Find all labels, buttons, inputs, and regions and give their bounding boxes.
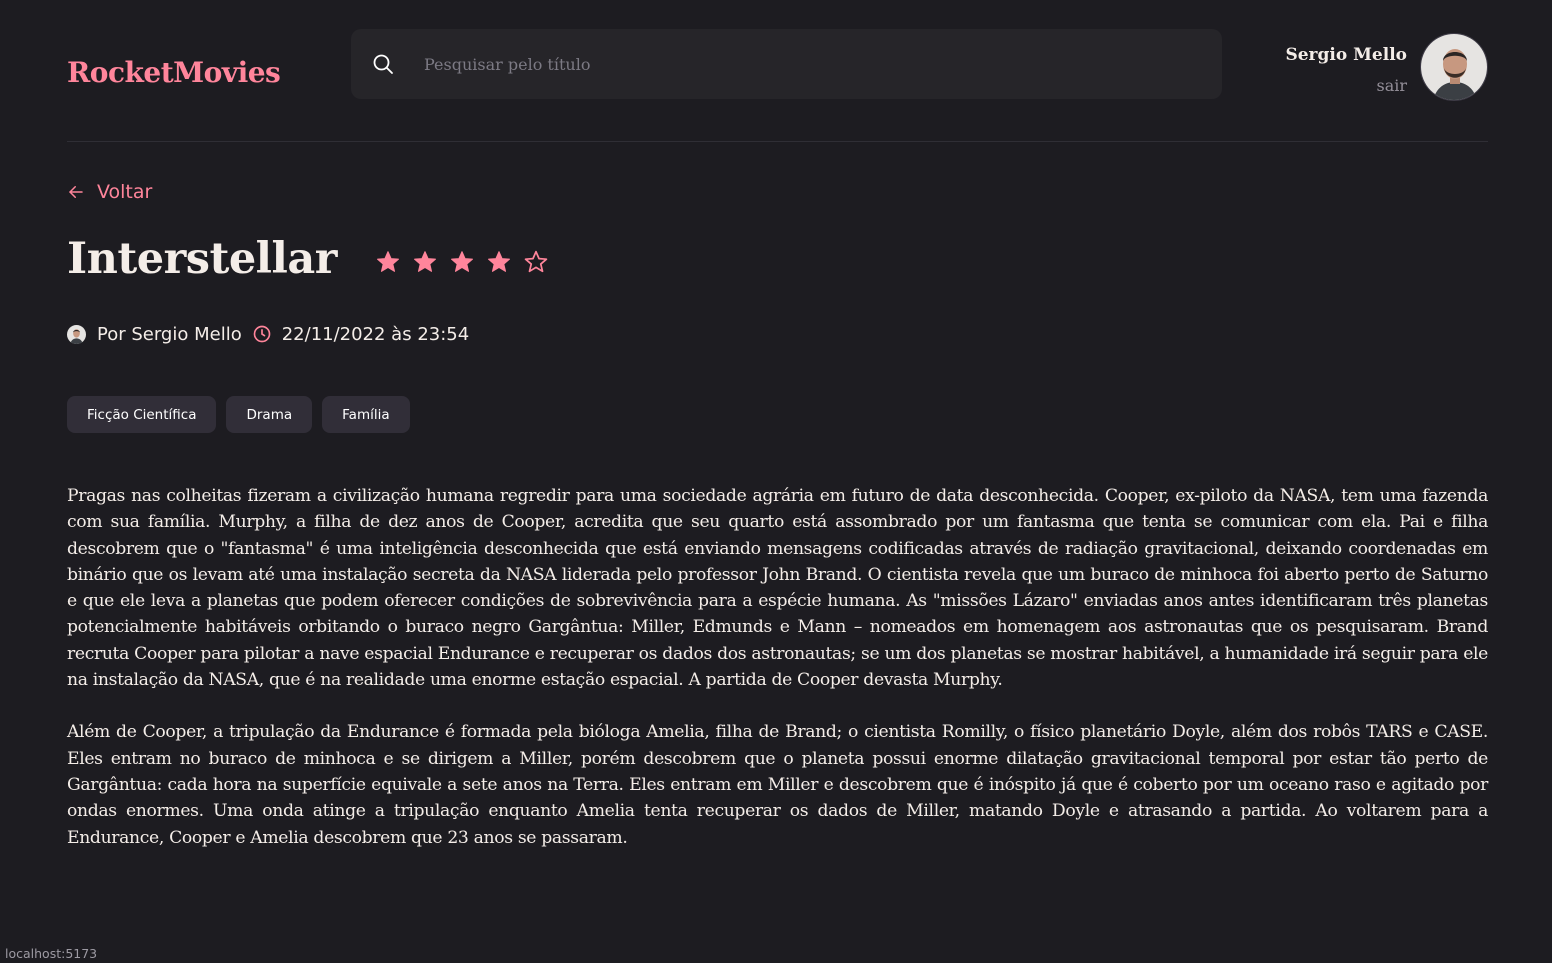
rating-stars — [375, 249, 549, 275]
clock-icon — [253, 325, 271, 343]
browser-status-url: localhost:5173 — [0, 943, 103, 963]
movie-meta: Por Sergio Mello 22/11/2022 às 23:54 — [67, 320, 469, 348]
movie-title-row: Interstellar — [67, 234, 549, 284]
search-icon — [373, 54, 393, 74]
arrow-left-icon — [69, 186, 83, 198]
created-datetime: 22/11/2022 às 23:54 — [281, 323, 470, 345]
movie-description: Pragas nas colheitas fizeram a civilizaç… — [67, 483, 1488, 851]
star-outline-icon — [524, 250, 548, 273]
description-paragraph: Pragas nas colheitas fizeram a civilizaç… — [67, 486, 1488, 691]
app-header: RocketMovies Sergio Mello sair — [67, 0, 1488, 142]
author-name: Por Sergio Mello — [97, 323, 242, 345]
star-filled-icon — [376, 251, 399, 272]
profile-name: Sergio Mello — [1285, 45, 1407, 65]
back-button[interactable]: Voltar — [67, 178, 152, 206]
movie-title: Interstellar — [67, 234, 337, 284]
avatar[interactable] — [1420, 33, 1488, 101]
star-filled-icon — [413, 251, 436, 272]
tag: Drama — [226, 396, 313, 433]
star-filled-icon — [487, 251, 510, 272]
search-bar — [351, 29, 1222, 99]
star-filled-icon — [450, 251, 473, 272]
search-input[interactable] — [424, 29, 1204, 99]
tag: Ficção Científica — [67, 396, 217, 433]
description-paragraph: Além de Cooper, a tripulação da Enduranc… — [67, 722, 1488, 848]
tag: Família — [322, 396, 410, 433]
tag-list: Ficção Científica Drama Família — [67, 396, 410, 433]
logout-link[interactable]: sair — [1376, 76, 1407, 95]
brand-logo[interactable]: RocketMovies — [67, 56, 281, 89]
author-avatar — [67, 324, 86, 344]
back-label: Voltar — [97, 181, 153, 203]
avatar-image — [1421, 34, 1487, 100]
